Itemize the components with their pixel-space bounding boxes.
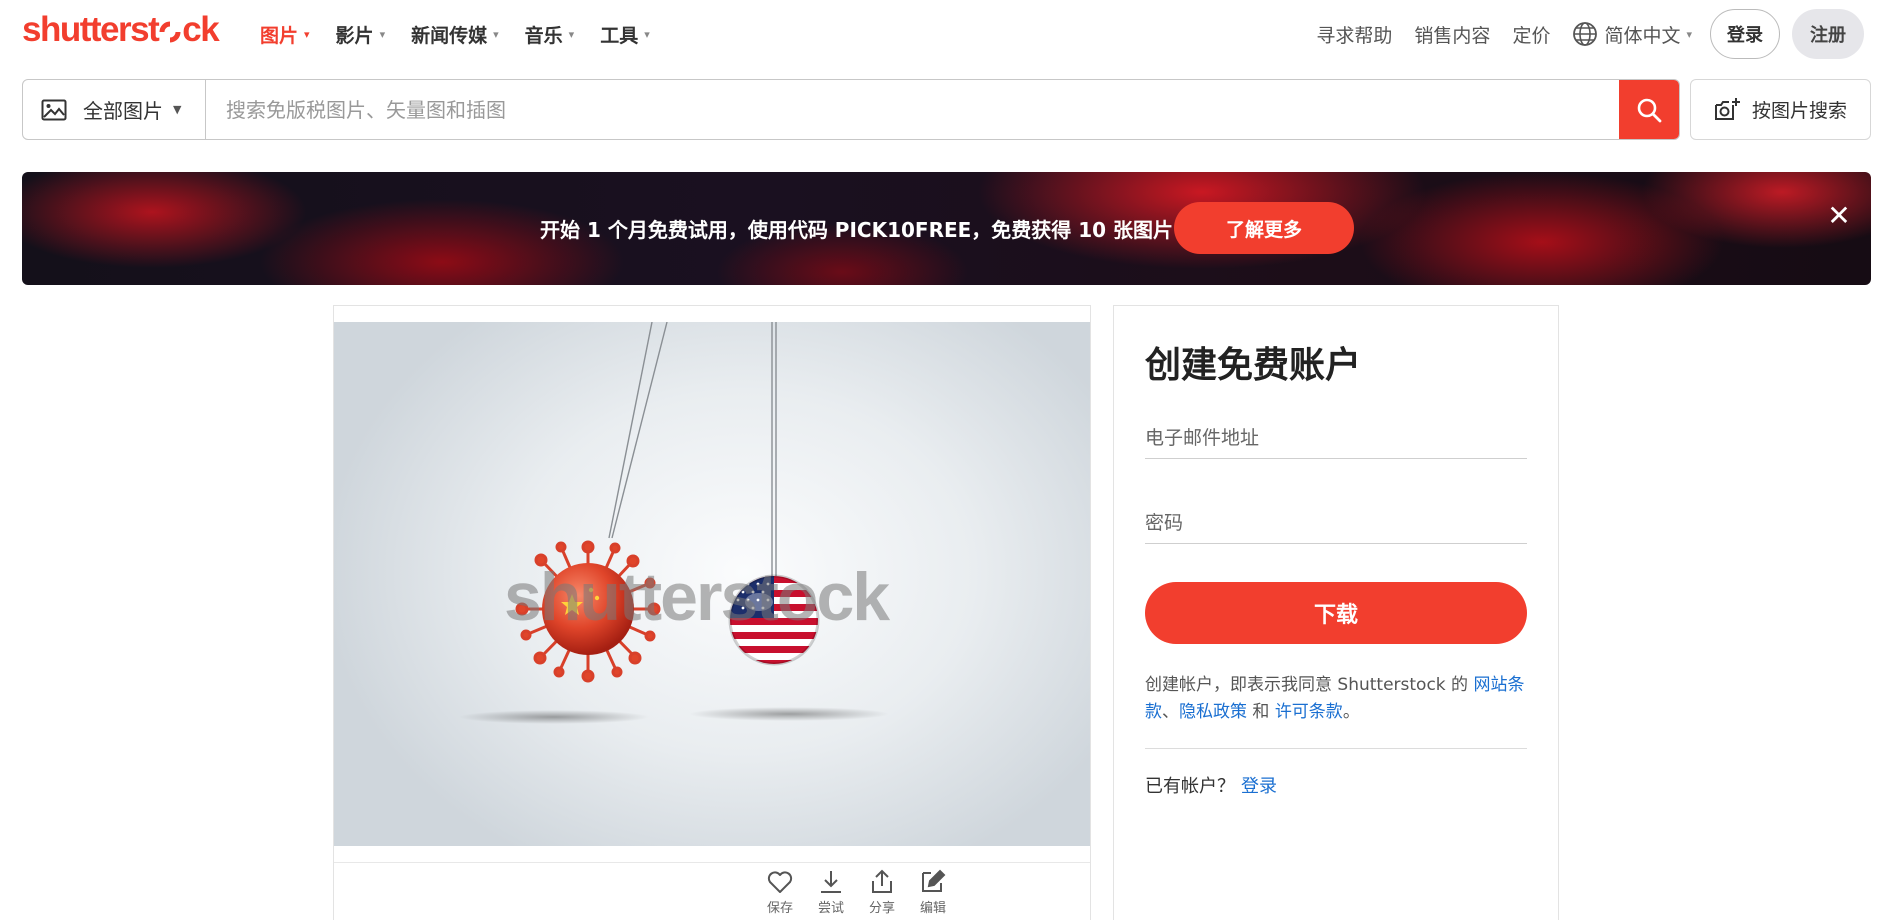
chevron-down-icon: ▾ — [379, 27, 386, 41]
camera-plus-icon — [1714, 97, 1740, 120]
save-button[interactable]: 保存 — [758, 869, 802, 916]
terms-end: 。 — [1342, 702, 1360, 722]
shutterstock-logo[interactable]: shutterst ck — [22, 10, 220, 50]
chevron-down-icon: ▾ — [644, 27, 650, 41]
action-label: 分享 — [868, 901, 895, 916]
share-button[interactable]: 分享 — [860, 869, 904, 916]
download-icon — [821, 871, 841, 893]
email-field-wrapper — [1145, 418, 1527, 459]
try-download-button[interactable]: 尝试 — [809, 869, 853, 916]
chevron-down-icon: ▾ — [1686, 27, 1692, 41]
logo-text-end: ck — [182, 10, 219, 49]
password-field[interactable] — [1145, 503, 1527, 543]
top-navigation-bar: shutterst ck 图片 ▾ 影片 ▾ 新闻传媒 ▾ 音乐 ▾ 工具 ▾ 寻求帮助 销… — [0, 0, 1890, 68]
learn-more-button[interactable]: 了解更多 — [1174, 202, 1354, 254]
globe-icon — [1573, 22, 1598, 46]
nav-item-label: 图片 — [260, 24, 299, 47]
logo-o-mark — [159, 12, 181, 43]
nav-item-label: 音乐 — [524, 24, 563, 47]
share-icon — [872, 869, 892, 893]
signup-button[interactable]: 注册 — [1792, 9, 1864, 59]
promo-text: 开始 1 个月免费试用，使用代码 PICK10FREE，免费获得 10 张图片 — [540, 218, 1174, 242]
account-nav: 寻求帮助 销售内容 定价 简体中文 ▾ 登录 注册 — [1316, 0, 1890, 68]
terms-separator: 、 — [1162, 702, 1179, 722]
image-icon — [41, 99, 67, 120]
sell-content-link[interactable]: 销售内容 — [1414, 21, 1490, 48]
promo-banner: 开始 1 个月免费试用，使用代码 PICK10FREE，免费获得 10 张图片 … — [22, 172, 1871, 285]
edit-button[interactable]: 编辑 — [911, 869, 955, 916]
action-label: 编辑 — [919, 901, 946, 916]
language-label: 简体中文 — [1604, 24, 1681, 47]
search-button[interactable] — [1619, 80, 1679, 139]
edit-icon — [922, 869, 946, 892]
license-terms-link[interactable]: 许可条款 — [1275, 702, 1343, 722]
nav-item-label: 影片 — [335, 24, 374, 47]
download-button[interactable]: 下载 — [1145, 582, 1527, 644]
search-icon — [1637, 98, 1662, 122]
image-preview-card: shutterstock 保存 尝试 分享 编辑 — [333, 305, 1091, 920]
logo-text-start: shutterst — [22, 10, 160, 49]
chevron-down-icon: ▾ — [493, 27, 499, 41]
close-icon[interactable]: ✕ — [1825, 202, 1853, 230]
chevron-down-icon: ▾ — [568, 27, 575, 41]
action-label: 保存 — [766, 901, 793, 916]
nav-item-tools[interactable]: 工具 ▾ — [600, 21, 650, 48]
password-field-wrapper — [1145, 503, 1527, 544]
watermark-text: shutterstock — [504, 559, 890, 635]
nav-item-label: 新闻传媒 — [411, 24, 488, 47]
login-button[interactable]: 登录 — [1710, 9, 1780, 59]
search-by-image-button[interactable]: 按图片搜索 — [1690, 79, 1871, 140]
login-link[interactable]: 登录 — [1241, 776, 1277, 797]
caret-down-icon: ▼ — [173, 103, 182, 116]
search-type-label: 全部图片 — [83, 99, 163, 123]
terms-and: 和 — [1247, 702, 1275, 722]
signup-title: 创建免费账户 — [1145, 345, 1362, 386]
nav-item-label: 工具 — [600, 24, 639, 47]
action-label: 尝试 — [817, 901, 844, 916]
pricing-link[interactable]: 定价 — [1512, 21, 1550, 48]
main-nav: 图片 ▾ 影片 ▾ 新闻传媒 ▾ 音乐 ▾ 工具 ▾ — [260, 0, 676, 68]
signup-panel: 创建免费账户 下载 创建帐户，即表示我同意 Shutterstock 的 网站条… — [1113, 305, 1559, 920]
terms-text: 创建帐户，即表示我同意 Shutterstock 的 网站条款、隐私政策 和 许… — [1145, 672, 1527, 726]
have-account-text: 已有帐户？ — [1145, 776, 1235, 797]
nav-item-images[interactable]: 图片 ▾ — [260, 21, 310, 48]
search-by-image-label: 按图片搜索 — [1751, 100, 1847, 122]
help-link[interactable]: 寻求帮助 — [1316, 21, 1392, 48]
have-account-row: 已有帐户？ 登录 — [1145, 772, 1277, 798]
nav-item-footage[interactable]: 影片 ▾ — [336, 21, 386, 48]
search-bar: 全部图片 ▼ — [22, 79, 1680, 140]
stock-image-preview[interactable]: shutterstock — [334, 322, 1090, 846]
terms-prefix: 创建帐户，即表示我同意 Shutterstock 的 — [1145, 675, 1474, 695]
chevron-down-icon: ▾ — [304, 27, 310, 41]
email-field[interactable] — [1145, 418, 1527, 458]
heart-icon — [767, 871, 793, 893]
nav-item-editorial[interactable]: 新闻传媒 ▾ — [411, 21, 499, 48]
divider — [1145, 748, 1527, 749]
privacy-policy-link[interactable]: 隐私政策 — [1179, 702, 1247, 722]
image-action-bar: 保存 尝试 分享 编辑 — [334, 862, 1090, 922]
search-type-dropdown[interactable]: 全部图片 ▼ — [23, 80, 206, 139]
nav-item-music[interactable]: 音乐 ▾ — [525, 21, 575, 48]
language-selector[interactable]: 简体中文 ▾ — [1572, 21, 1692, 48]
search-input[interactable] — [206, 80, 1619, 139]
